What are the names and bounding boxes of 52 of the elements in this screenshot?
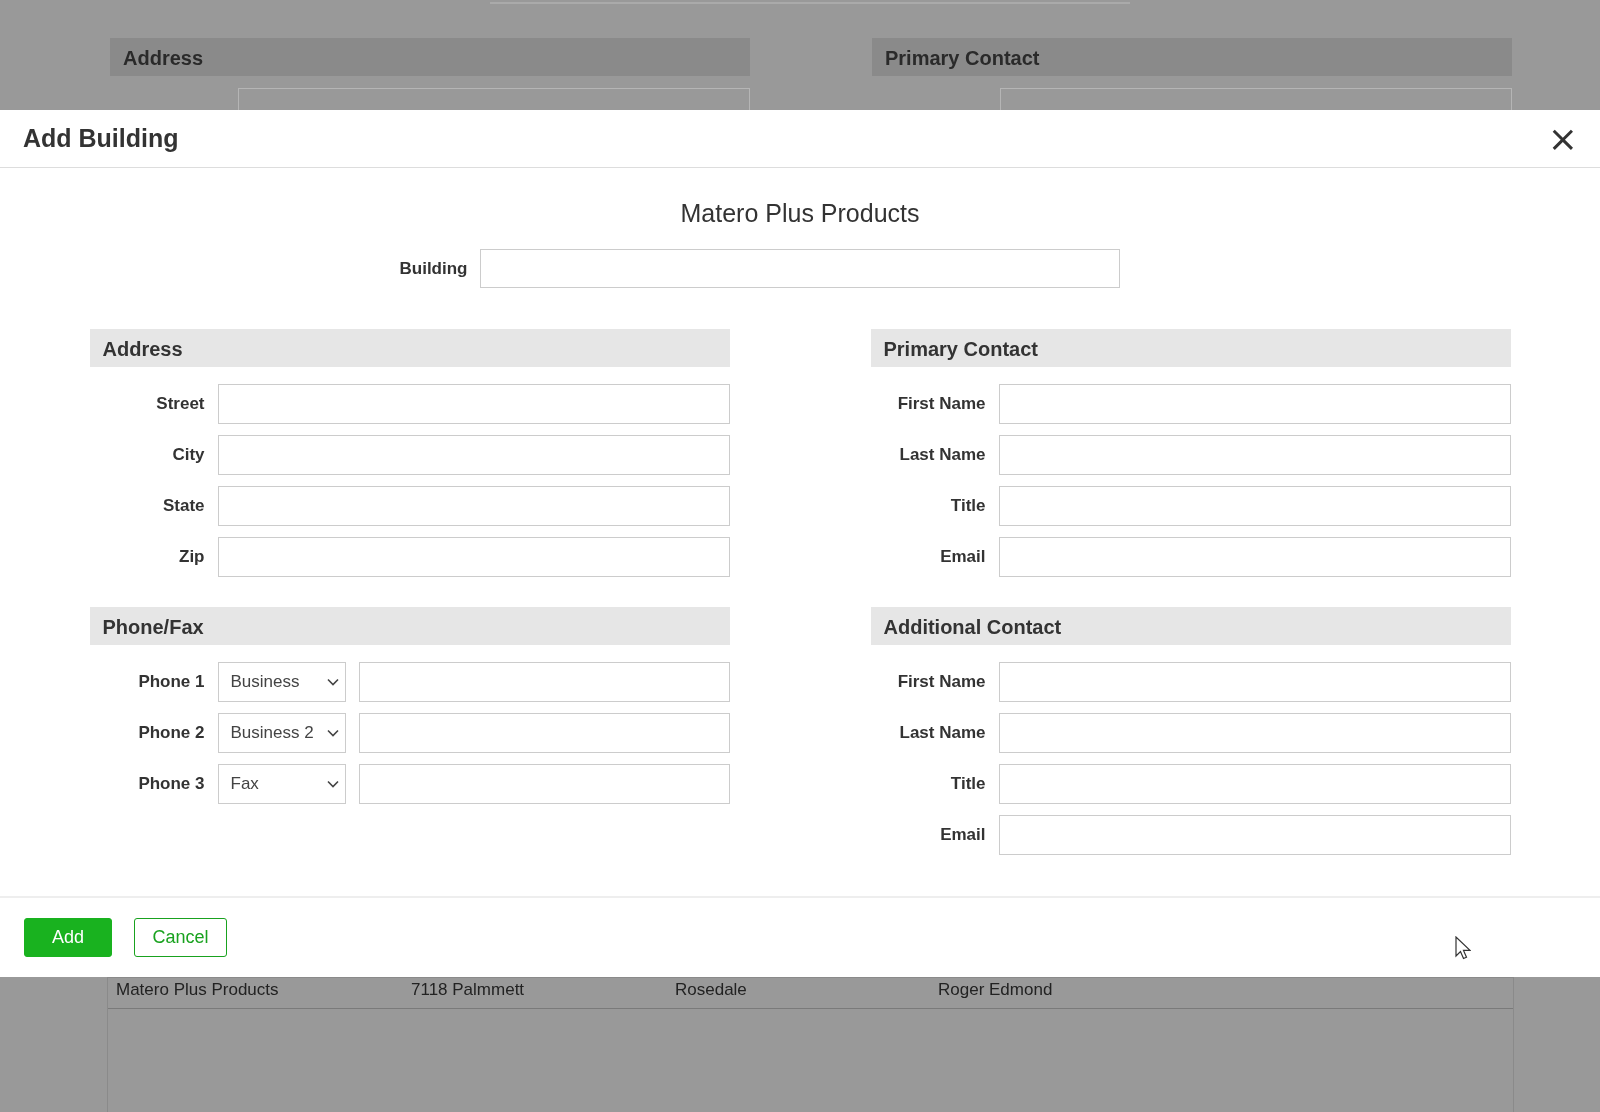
select-field[interactable]: Business xyxy=(217,662,346,702)
field-label: City xyxy=(171,445,205,465)
field-label: Phone 1 xyxy=(137,672,205,692)
table-cell-text: Roger Edmond xyxy=(938,980,1053,1001)
field-label: Email xyxy=(939,547,986,567)
chevron-down-icon xyxy=(326,678,339,686)
field-label: Zip xyxy=(178,547,205,567)
section-header: Additional Contact xyxy=(870,607,1511,645)
input-field[interactable] xyxy=(998,764,1511,804)
table-cell-text: 7118 Palmmett xyxy=(411,980,526,1001)
section-header: Address xyxy=(89,329,730,367)
section-header: Phone/Fax xyxy=(89,607,730,645)
section-header: Primary Contact xyxy=(872,38,1512,76)
dialog-title: Add Building xyxy=(23,124,179,153)
field-label: First Name xyxy=(896,394,986,414)
field-label: Street xyxy=(155,394,205,414)
field-label: Title xyxy=(949,496,986,516)
input-field[interactable] xyxy=(998,435,1511,475)
input-field[interactable] xyxy=(998,662,1511,702)
select-field[interactable]: Business 2 xyxy=(217,713,346,753)
field-label: Building xyxy=(399,258,468,279)
input-field[interactable] xyxy=(358,662,730,702)
input-field[interactable] xyxy=(217,537,730,577)
chevron-down-icon xyxy=(326,780,339,788)
field-label: Last Name xyxy=(898,445,986,465)
mouse-cursor-icon xyxy=(1455,936,1471,960)
input-field[interactable] xyxy=(217,384,730,424)
select-field[interactable]: Fax xyxy=(217,764,346,804)
company-name: Matero Plus Products xyxy=(680,199,920,228)
field-label: First Name xyxy=(896,672,986,692)
section-header: Address xyxy=(110,38,750,76)
close-button[interactable]: × xyxy=(1547,120,1578,157)
input-field[interactable] xyxy=(998,815,1511,855)
field-label: Phone 3 xyxy=(137,774,205,794)
table-cell-text: Rosedale xyxy=(675,980,748,1001)
field-label: Last Name xyxy=(898,723,986,743)
field-label: Phone 2 xyxy=(137,723,205,743)
input-field[interactable] xyxy=(358,713,730,753)
input-field[interactable] xyxy=(998,537,1511,577)
input-field[interactable] xyxy=(217,486,730,526)
building-field[interactable] xyxy=(480,249,1121,288)
chevron-down-icon xyxy=(326,729,339,737)
field-label: Title xyxy=(949,774,986,794)
input-field[interactable] xyxy=(998,384,1511,424)
field-label: State xyxy=(161,496,205,516)
field-label: Email xyxy=(939,825,986,845)
input-field[interactable] xyxy=(217,435,730,475)
input-field[interactable] xyxy=(998,486,1511,526)
table-cell-text: Matero Plus Products xyxy=(116,980,280,1001)
input-field[interactable] xyxy=(998,713,1511,753)
section-header: Primary Contact xyxy=(870,329,1511,367)
input-field[interactable] xyxy=(358,764,730,804)
